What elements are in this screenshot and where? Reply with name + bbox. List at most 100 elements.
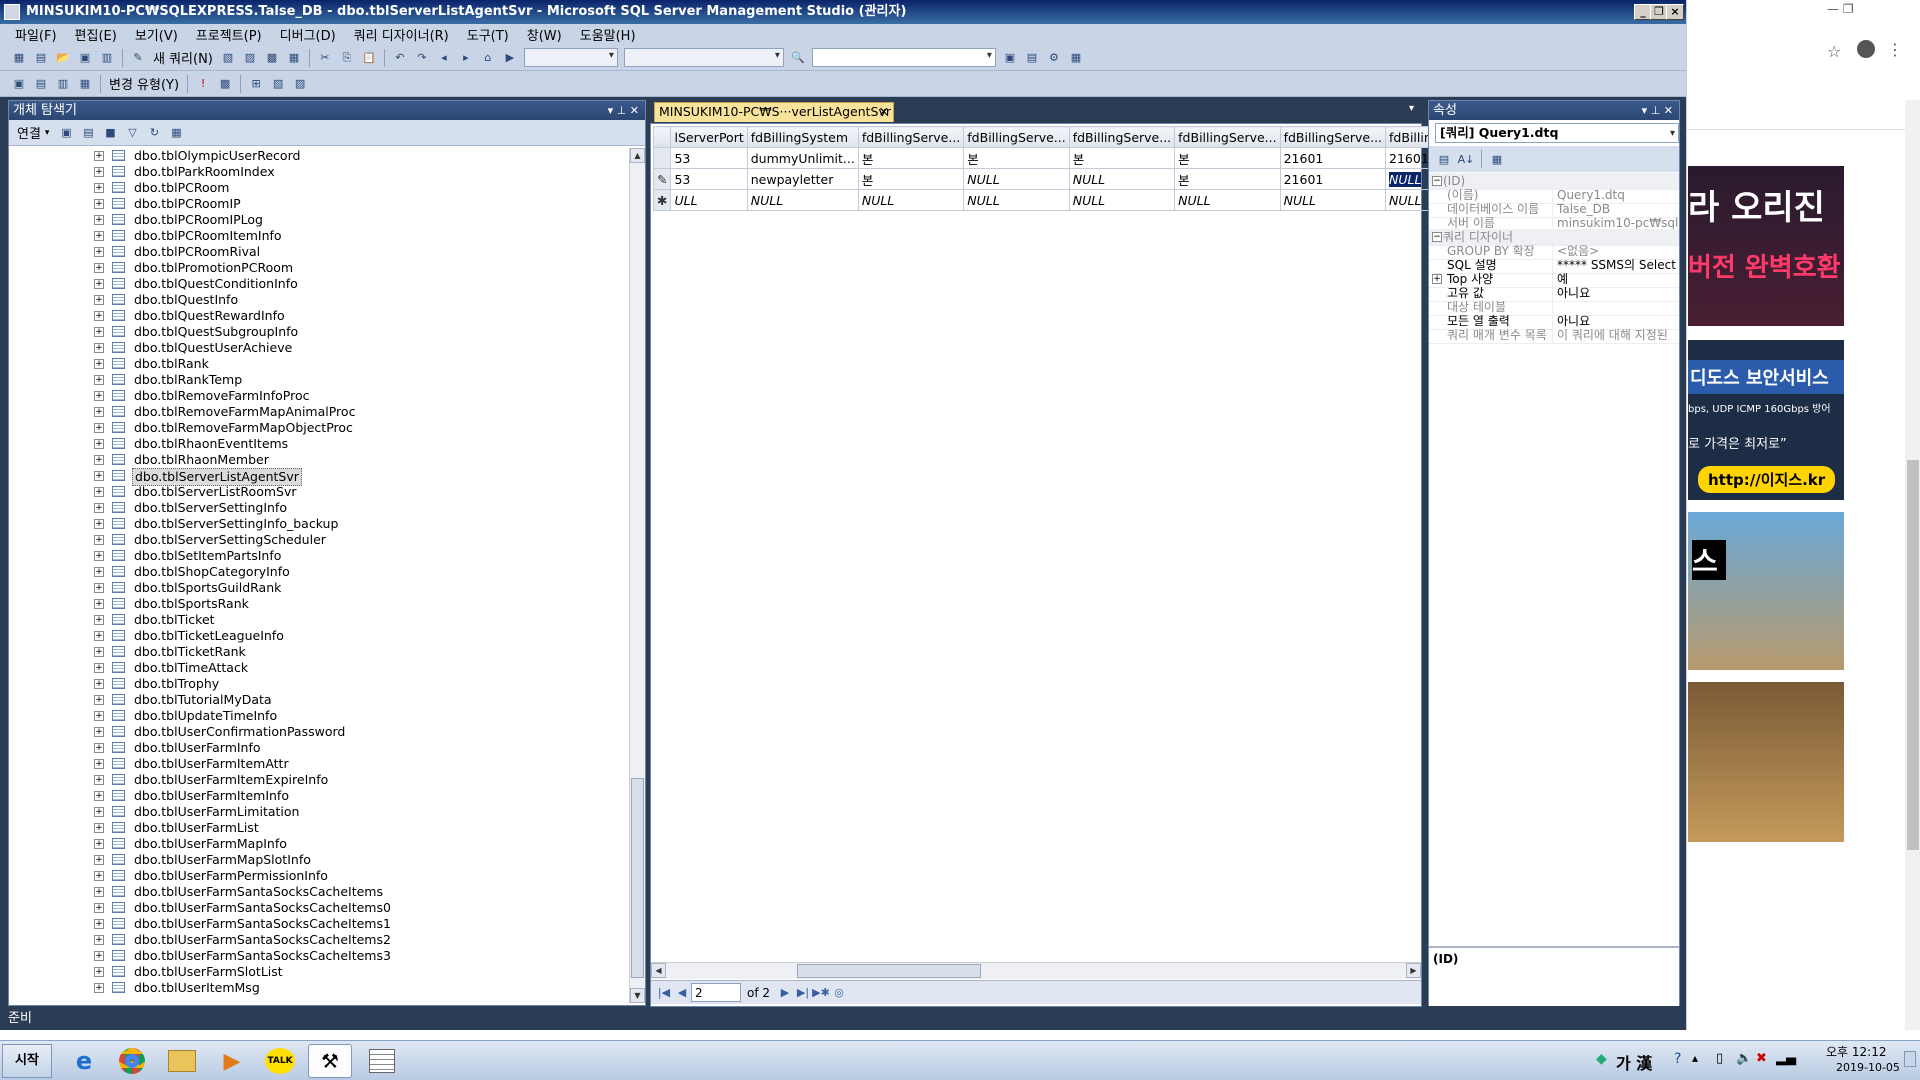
tree-node-table[interactable]: + dbo.tblQuestSubgroupInfo: [9, 324, 609, 340]
column-header[interactable]: fdBillingServe...: [1068, 126, 1176, 148]
tree-node-table[interactable]: + dbo.tblSetItemPartsInfo: [9, 548, 609, 564]
table-cell[interactable]: 본: [857, 147, 965, 169]
tree-node-table[interactable]: + dbo.tblQuestInfo: [9, 292, 609, 308]
tree-node-table[interactable]: + dbo.tblUserFarmList: [9, 820, 609, 836]
new-query-button[interactable]: 새 쿼리(N): [149, 48, 217, 67]
find-icon[interactable]: 🔍: [788, 49, 808, 67]
expand-icon[interactable]: +: [94, 391, 104, 401]
clock-date[interactable]: 2019-10-05: [1836, 1061, 1900, 1074]
platform-combo[interactable]: [623, 48, 784, 67]
menu-item[interactable]: 도움말(H): [571, 25, 645, 44]
taskbar-explorer[interactable]: [160, 1044, 204, 1078]
tree-node-table[interactable]: + dbo.tblUpdateTimeInfo: [9, 708, 609, 724]
analysis-query-icon[interactable]: ▨: [240, 49, 260, 67]
cut-icon[interactable]: ✂: [315, 49, 335, 67]
expand-icon[interactable]: +: [94, 359, 104, 369]
table-cell[interactable]: ULL: [670, 189, 748, 211]
tree-node-table[interactable]: + dbo.tblRankTemp: [9, 372, 609, 388]
tree-node-table[interactable]: + dbo.tblTimeAttack: [9, 660, 609, 676]
tree-node-table[interactable]: + dbo.tblTicketRank: [9, 644, 609, 660]
ad-banner-origin[interactable]: 라 오리진 버전 완벽호환: [1688, 166, 1844, 326]
tree-node-table[interactable]: + dbo.tblRemoveFarmInfoProc: [9, 388, 609, 404]
help-icon[interactable]: ?: [1674, 1051, 1681, 1067]
expand-icon[interactable]: +: [94, 935, 104, 945]
expand-icon[interactable]: +: [94, 855, 104, 865]
menu-item[interactable]: 쿼리 디자이너(R): [345, 25, 458, 44]
show-sql-icon[interactable]: ▥: [53, 75, 73, 93]
expand-icon[interactable]: +: [94, 327, 104, 337]
save-all-icon[interactable]: ▥: [97, 49, 117, 67]
tree-node-table[interactable]: + dbo.tblUserFarmSantaSocksCacheItems0: [9, 900, 609, 916]
panel-buttons-icon[interactable]: ▾ ⊥ ✕: [608, 101, 639, 120]
toolbox-icon[interactable]: ▦: [1066, 49, 1086, 67]
expand-icon[interactable]: +: [94, 231, 104, 241]
tree-node-table[interactable]: + dbo.tblRhaonMember: [9, 452, 609, 468]
menu-item[interactable]: 파일(F): [6, 25, 66, 44]
browser-window-buttons-icon[interactable]: — ❐: [1827, 2, 1854, 16]
tree-node-table[interactable]: + dbo.tblPCRoomItemInfo: [9, 228, 609, 244]
expand-icon[interactable]: +: [94, 519, 104, 529]
scroll-thumb[interactable]: [631, 778, 644, 978]
property-pages-icon[interactable]: ▦: [1487, 150, 1507, 168]
property-value[interactable]: 이 쿼리에 대해 지정된: [1557, 327, 1679, 344]
column-header[interactable]: fdBillingServe...: [1279, 126, 1387, 148]
tab-dropdown-icon[interactable]: ▾: [1409, 103, 1414, 114]
tree-node-table[interactable]: + dbo.tblSportsGuildRank: [9, 580, 609, 596]
tree-node-table[interactable]: + dbo.tblPCRoomRival: [9, 244, 609, 260]
expand-icon[interactable]: +: [1432, 274, 1442, 284]
table-cell[interactable]: NULL: [1174, 189, 1281, 211]
table-row[interactable]: ✎ 53 newpayletter 본 NULL NULL 본 21601 NULL: [652, 168, 1436, 190]
change-type-button[interactable]: 변경 유형(Y): [105, 74, 183, 93]
column-header[interactable]: fdBillingServe...: [1174, 126, 1281, 148]
expand-icon[interactable]: +: [94, 871, 104, 881]
expand-icon[interactable]: +: [94, 631, 104, 641]
expand-icon[interactable]: +: [94, 919, 104, 929]
tree-node-table[interactable]: + dbo.tblShopCategoryInfo: [9, 564, 609, 580]
expand-icon[interactable]: +: [94, 199, 104, 209]
expand-icon[interactable]: +: [94, 823, 104, 833]
ad-banner-game-image[interactable]: [1688, 682, 1844, 842]
table-cell[interactable]: NULL: [1279, 189, 1387, 211]
property-row[interactable]: 쿼리 매개 변수 목록 이 쿼리에 대해 지정된: [1429, 327, 1679, 344]
tree-node-table[interactable]: + dbo.tblRemoveFarmMapObjectProc: [9, 420, 609, 436]
menu-item[interactable]: 도구(T): [458, 25, 518, 44]
next-record-icon[interactable]: ▶: [776, 986, 794, 999]
show-diagram-icon[interactable]: ▣: [9, 75, 29, 93]
expand-icon[interactable]: +: [94, 247, 104, 257]
table-cell[interactable]: NULL: [963, 168, 1070, 190]
bookmark-star-icon[interactable]: ☆: [1827, 42, 1841, 61]
tree-node-table[interactable]: + dbo.tblOlympicUserRecord: [9, 148, 609, 164]
expand-icon[interactable]: +: [94, 455, 104, 465]
table-cell[interactable]: 본: [963, 147, 1070, 169]
tree-node-table[interactable]: + dbo.tblUserFarmSantaSocksCacheItems2: [9, 932, 609, 948]
close-tab-icon[interactable]: ✕: [879, 103, 889, 121]
expand-icon[interactable]: +: [94, 183, 104, 193]
start-button[interactable]: 시작: [2, 1044, 52, 1078]
taskbar-ssms[interactable]: ⚒: [308, 1044, 352, 1078]
expand-icon[interactable]: +: [94, 679, 104, 689]
navigate-back-icon[interactable]: ◂: [434, 49, 454, 67]
table-cell[interactable]: 본: [857, 168, 965, 190]
taskbar-notepad[interactable]: [360, 1044, 404, 1078]
menu-item[interactable]: 프로젝트(P): [187, 25, 271, 44]
menu-item[interactable]: 편집(E): [66, 25, 126, 44]
group-by-icon[interactable]: ⊞: [246, 75, 266, 93]
browser-scrollbar[interactable]: [1905, 100, 1920, 1030]
expand-icon[interactable]: +: [94, 343, 104, 353]
column-header[interactable]: fdBillingServe...: [963, 126, 1070, 148]
expand-icon[interactable]: +: [94, 903, 104, 913]
new-project-icon[interactable]: ▦: [9, 49, 29, 67]
expand-icon[interactable]: +: [94, 887, 104, 897]
redo-icon[interactable]: ↷: [412, 49, 432, 67]
expand-icon[interactable]: +: [94, 439, 104, 449]
browser-scroll-thumb[interactable]: [1907, 460, 1919, 850]
mdx-query-icon[interactable]: ▩: [262, 49, 282, 67]
menu-item[interactable]: 디버그(D): [271, 25, 345, 44]
tree-node-table[interactable]: + dbo.tblTrophy: [9, 676, 609, 692]
tree-node-table[interactable]: + dbo.tblParkRoomIndex: [9, 164, 609, 180]
tree-node-table[interactable]: + dbo.tblRhaonEventItems: [9, 436, 609, 452]
table-cell[interactable]: NULL: [857, 189, 965, 211]
tree-node-table[interactable]: + dbo.tblUserFarmSlotList: [9, 964, 609, 980]
expand-icon[interactable]: +: [94, 151, 104, 161]
xmla-query-icon[interactable]: ▦: [284, 49, 304, 67]
